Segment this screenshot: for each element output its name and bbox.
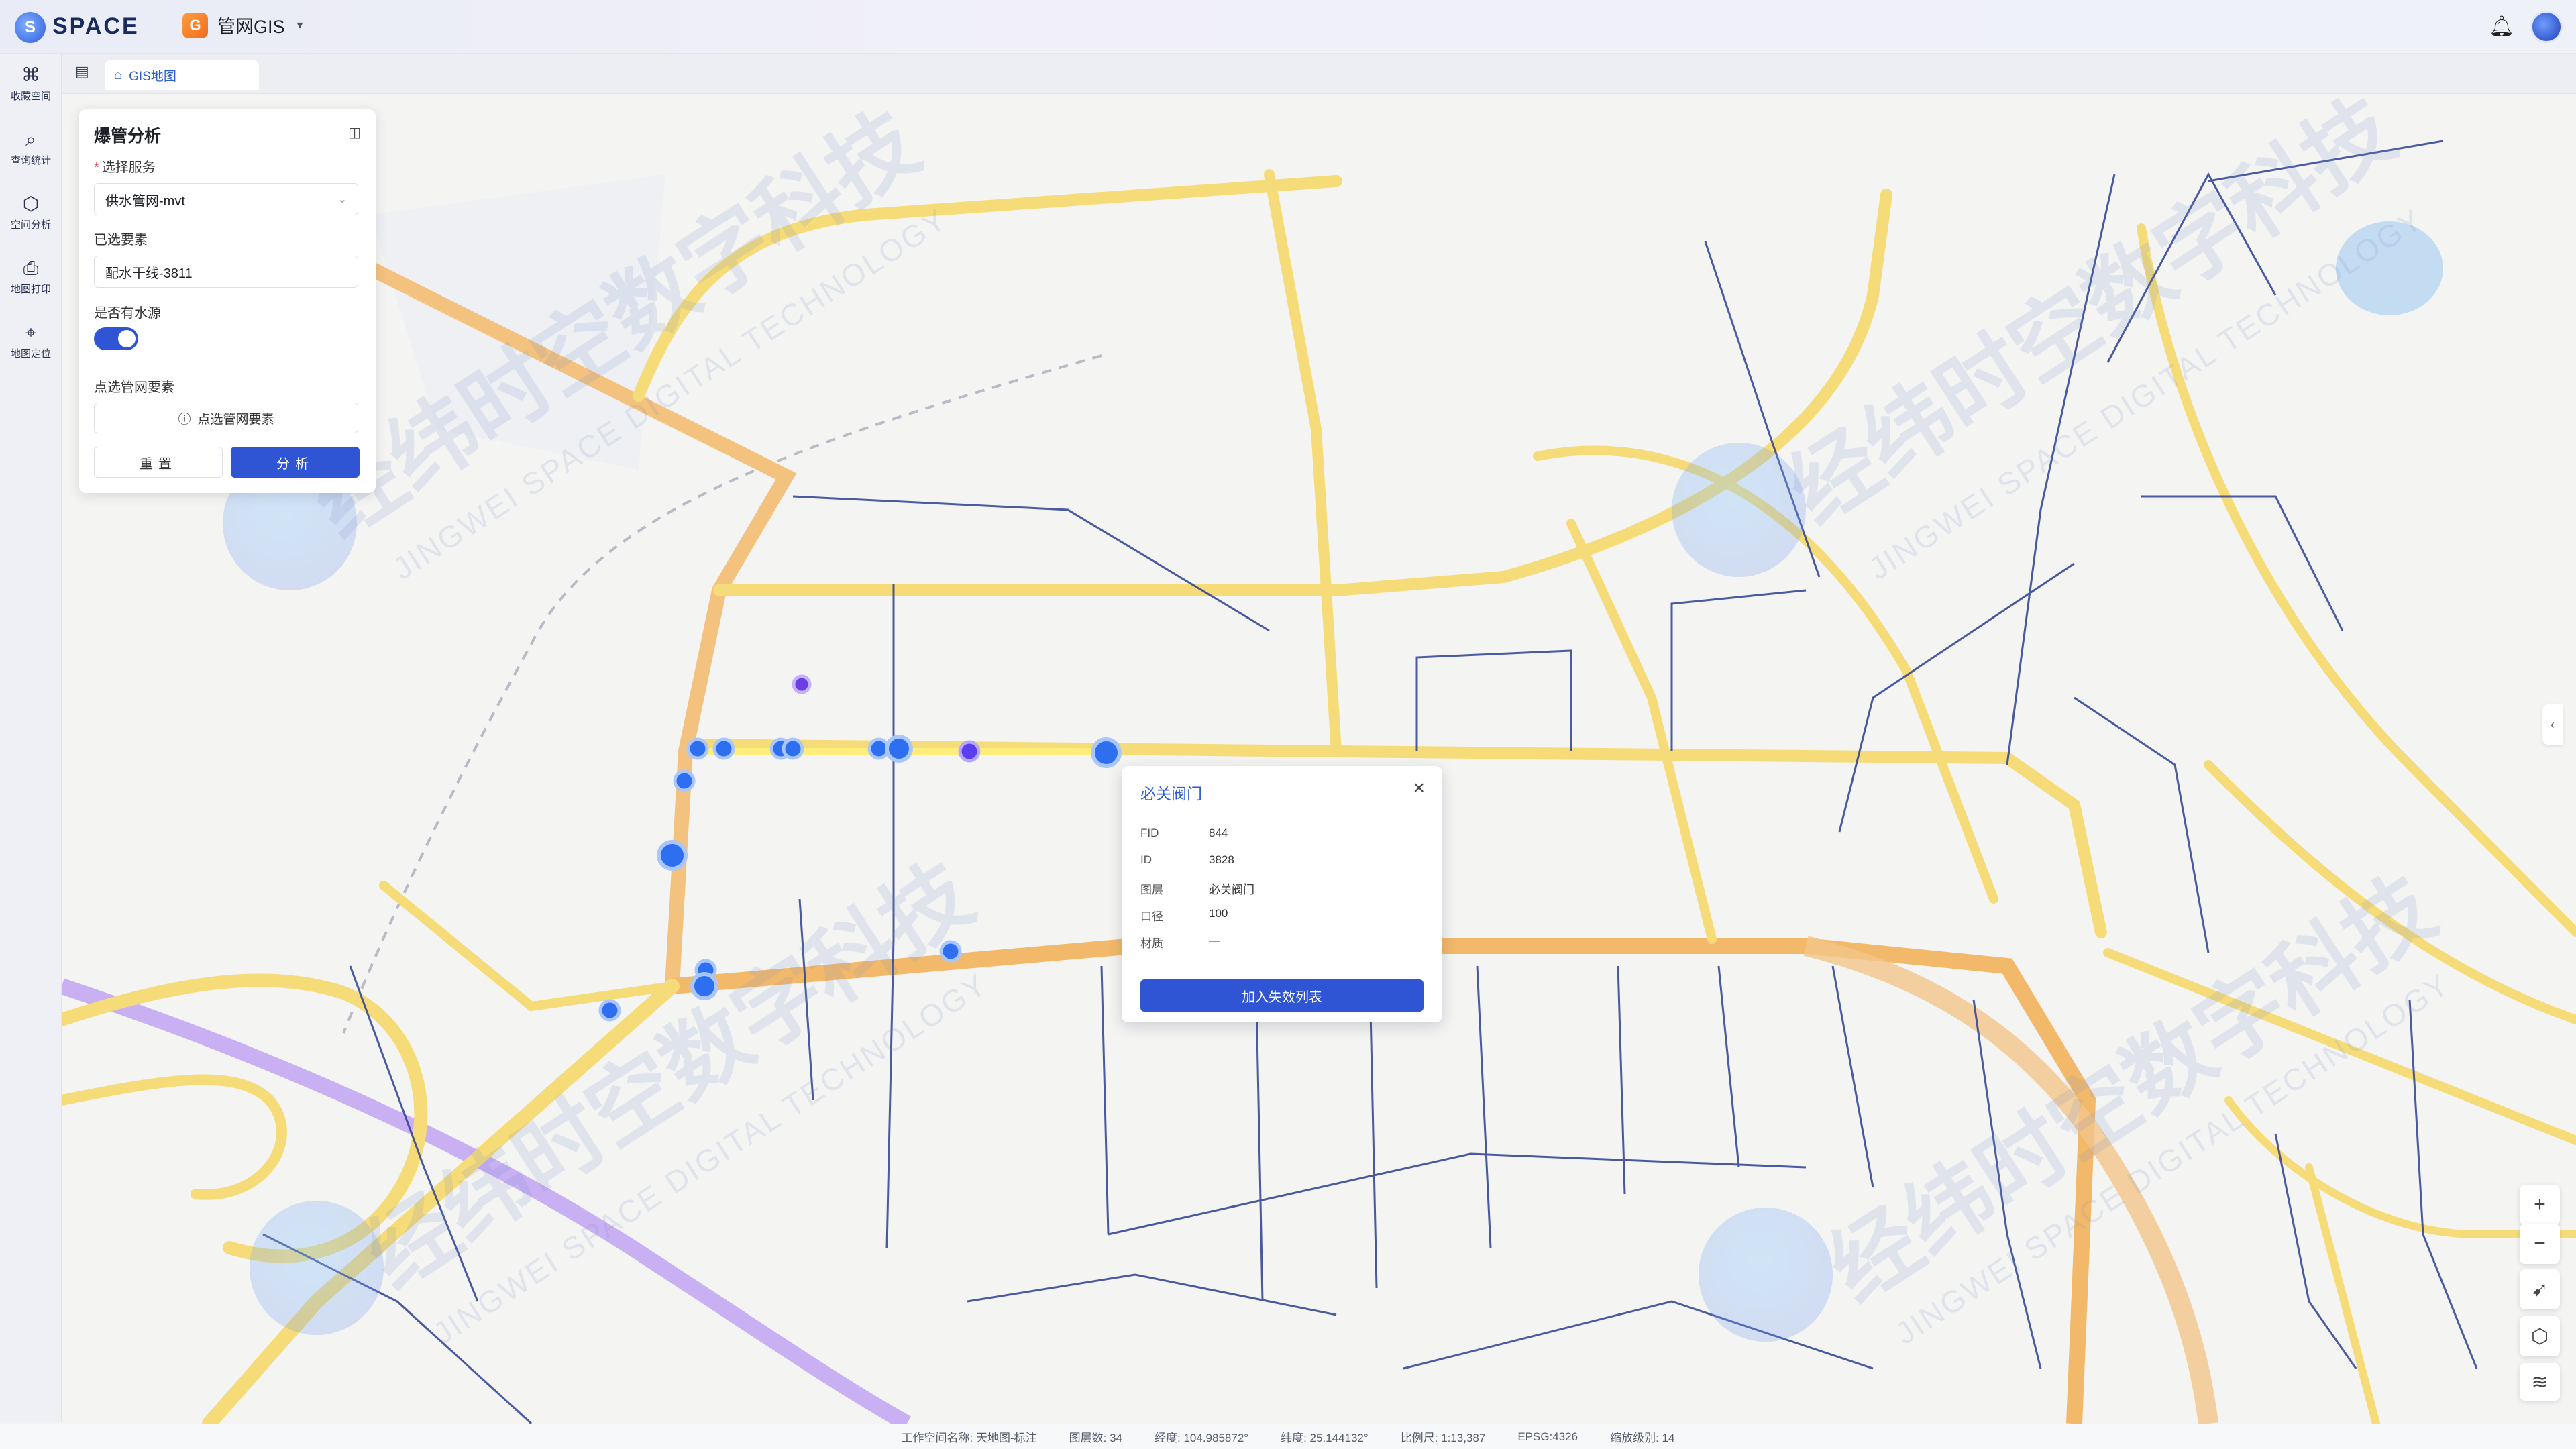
reset-button[interactable]: 重置: [94, 447, 223, 478]
nav-label: 地图定位: [10, 347, 51, 360]
chevron-down-icon: ⌄: [337, 194, 347, 205]
popup-title: 必关阀门: [1140, 785, 1202, 802]
feature-popup: 必关阀门 × FID 844 ID 3828 图层 必关阀门 口径 100 材质 — 加入…: [1122, 766, 1442, 1022]
avatar[interactable]: [2530, 11, 2563, 43]
toggle-knob: [118, 330, 136, 347]
3d-view-icon[interactable]: ⬡: [2520, 1316, 2560, 1356]
nav-item-query-stats[interactable]: ⌕ 查询统计: [0, 118, 62, 178]
brand-name: SPACE: [52, 13, 140, 39]
bell-icon[interactable]: 🔔︎: [2489, 15, 2514, 38]
selected-feature-label: 已选要素: [94, 233, 148, 248]
attr-row: ID 3828: [1140, 853, 1234, 866]
compass-icon[interactable]: ➹: [2520, 1269, 2560, 1309]
panel-title: 爆管分析: [94, 127, 162, 146]
map-collection-icon: ⌘: [21, 64, 40, 85]
collapse-icon[interactable]: ◫: [348, 124, 361, 141]
nav-label: 查询统计: [10, 154, 51, 166]
attr-row: FID 844: [1140, 826, 1228, 839]
status-scale: 比例尺: 1:13,387: [1400, 1432, 1486, 1444]
nav-item-print[interactable]: ⎙ 地图打印: [0, 247, 62, 307]
tab-label: GIS地图: [129, 69, 176, 84]
nav-item-spatial-analysis[interactable]: ⬡ 空间分析: [0, 182, 62, 243]
pick-feature-button-label: 点选管网要素: [197, 412, 274, 427]
zoom-in-icon[interactable]: +: [2520, 1185, 2560, 1225]
top-bar: S SPACE G 管网GIS ▾ 🔔︎: [0, 0, 2576, 54]
layers-icon[interactable]: ≋: [2520, 1363, 2560, 1401]
service-select[interactable]: 供水管网-mvt ⌄: [94, 183, 358, 215]
home-icon: ⌂: [114, 67, 123, 83]
status-workspace: 工作空间名称: 天地图-标注: [901, 1432, 1037, 1444]
analyze-button[interactable]: 分析: [231, 447, 360, 478]
attr-row: 材质 —: [1140, 934, 1220, 950]
nav-item-locate[interactable]: ⌖ 地图定位: [0, 311, 62, 372]
service-label: * 选择服务: [94, 160, 156, 175]
burst-analysis-panel: 爆管分析 ◫ * 选择服务 供水管网-mvt ⌄ 已选要素 配水干线-3811 是…: [79, 109, 376, 493]
info-icon: ⓘ: [178, 412, 191, 427]
nav-label: 收藏空间: [10, 90, 51, 102]
tab-menu-icon[interactable]: ▤: [75, 63, 89, 80]
status-zoom: 缩放级别: 14: [1610, 1432, 1675, 1444]
tab-gis-map[interactable]: ⌂ GIS地图: [105, 60, 259, 90]
attr-row: 口径 100: [1140, 907, 1228, 923]
water-source-label: 是否有水源: [94, 306, 161, 321]
add-to-failure-list-button[interactable]: 加入失效列表: [1140, 979, 1424, 1012]
nav-label: 空间分析: [10, 219, 51, 231]
nav-label: 地图打印: [10, 283, 51, 295]
close-icon[interactable]: ×: [1413, 777, 1425, 800]
status-latitude: 纬度: 25.144132°: [1281, 1432, 1368, 1444]
tab-bar: ▤ ⌂ GIS地图: [62, 54, 2576, 94]
pipe-gis-app-icon: G: [182, 12, 208, 38]
location-icon: ⌖: [25, 321, 36, 343]
status-crs: EPSG:4326: [1517, 1430, 1578, 1443]
attr-row: 图层 必关阀门: [1140, 883, 1254, 896]
pick-feature-label: 点选管网要素: [94, 380, 174, 395]
app-switcher[interactable]: G 管网GIS ▾: [182, 12, 303, 38]
chevron-down-icon: ▾: [297, 18, 303, 32]
map-canvas[interactable]: 经纬时空数字科技 JINGWEI SPACE DIGITAL TECHNOLOG…: [62, 94, 2576, 1424]
side-nav: ⌘ 收藏空间 ⌕ 查询统计 ⬡ 空间分析 ⎙ 地图打印 ⌖ 地图定位: [0, 54, 62, 1422]
zoom-out-icon[interactable]: −: [2520, 1224, 2560, 1264]
selected-feature-value: 配水干线-3811: [105, 266, 193, 281]
status-layers: 图层数: 34: [1069, 1432, 1123, 1444]
status-longitude: 经度: 104.985872°: [1155, 1432, 1249, 1444]
app-name: 管网GIS: [217, 17, 285, 37]
space-logo-icon[interactable]: S: [15, 12, 46, 43]
query-stats-icon: ⌕: [25, 128, 36, 150]
water-source-toggle[interactable]: [94, 327, 138, 350]
chevron-left-icon[interactable]: ‹: [2542, 704, 2563, 745]
service-value: 供水管网-mvt: [105, 193, 185, 209]
status-bar: 工作空间名称: 天地图-标注 图层数: 34 经度: 104.985872° 纬…: [0, 1424, 2576, 1449]
spatial-analysis-icon: ⬡: [22, 193, 40, 214]
selected-feature-field[interactable]: 配水干线-3811: [94, 256, 358, 288]
pick-feature-button[interactable]: ⓘ 点选管网要素: [94, 402, 358, 433]
nav-item-collection[interactable]: ⌘ 收藏空间: [0, 54, 62, 114]
print-icon: ⎙: [23, 257, 39, 278]
